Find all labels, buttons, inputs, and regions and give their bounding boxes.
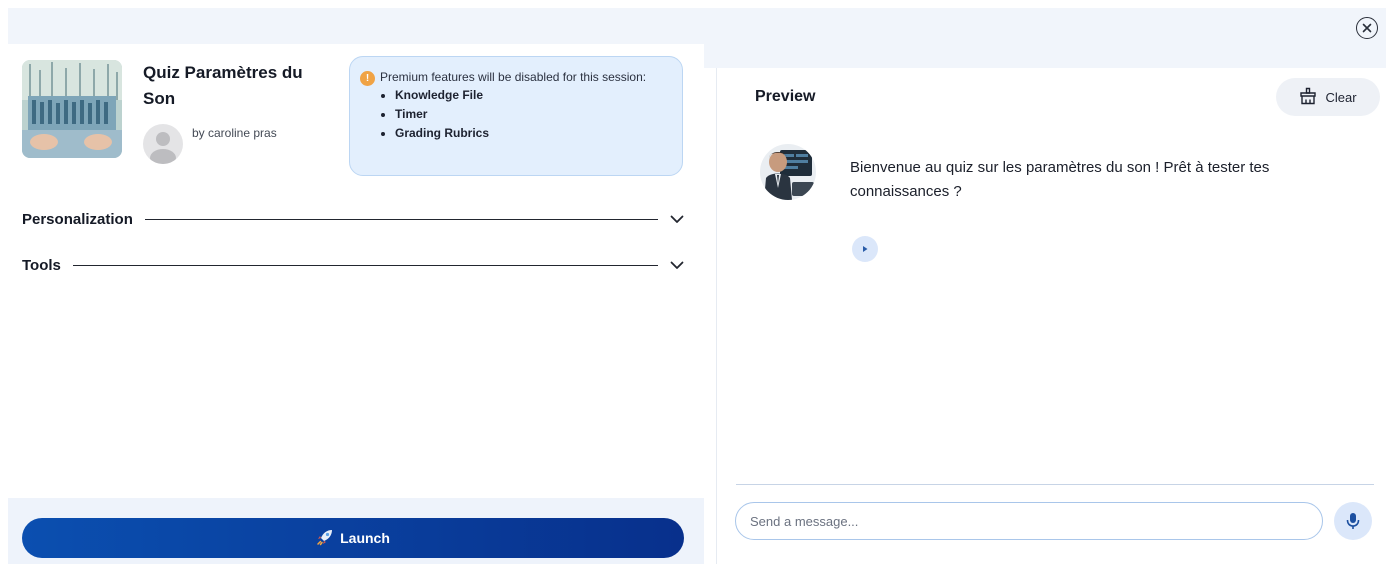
bot-message: Bienvenue au quiz sur les paramètres du …: [850, 159, 1270, 200]
play-icon: [863, 246, 868, 252]
microphone-button[interactable]: [1334, 502, 1372, 540]
preview-panel: [716, 68, 1386, 564]
close-icon: [1362, 23, 1372, 33]
section-tools[interactable]: Tools: [22, 253, 684, 277]
broom-icon: [1299, 87, 1317, 108]
section-divider: [144, 218, 658, 220]
microphone-icon: [1346, 513, 1360, 529]
premium-feature: Timer: [395, 105, 670, 124]
author-avatar: [143, 124, 183, 164]
launch-label: Launch: [340, 530, 390, 546]
preview-title: Preview: [755, 88, 816, 105]
section-label: Tools: [22, 256, 61, 274]
premium-feature: Grading Rubrics: [395, 124, 670, 143]
clear-button[interactable]: Clear: [1276, 78, 1380, 116]
warning-icon: !: [360, 71, 375, 86]
launch-button[interactable]: Launch: [22, 518, 684, 558]
rocket-icon: [316, 528, 334, 549]
chevron-down-icon[interactable]: [670, 212, 684, 226]
bot-avatar: [760, 144, 816, 200]
premium-feature: Knowledge File: [395, 86, 670, 105]
gpt-title: Quiz Paramètres du Son: [143, 63, 303, 108]
author-name: by caroline pras: [192, 126, 277, 140]
gpt-thumbnail: [22, 60, 122, 158]
premium-feature-list: Knowledge File Timer Grading Rubrics: [380, 86, 670, 143]
clear-label: Clear: [1325, 89, 1357, 105]
play-audio-button[interactable]: [852, 236, 878, 262]
message-input[interactable]: [735, 502, 1323, 540]
section-label: Personalization: [22, 210, 133, 228]
chat-divider: [736, 484, 1374, 485]
section-personalization[interactable]: Personalization: [22, 207, 684, 231]
section-divider: [72, 264, 658, 266]
chevron-down-icon[interactable]: [670, 258, 684, 272]
close-button[interactable]: [1356, 17, 1378, 39]
premium-notice: ! Premium features will be disabled for …: [349, 56, 683, 176]
premium-message: Premium features will be disabled for th…: [380, 70, 647, 84]
